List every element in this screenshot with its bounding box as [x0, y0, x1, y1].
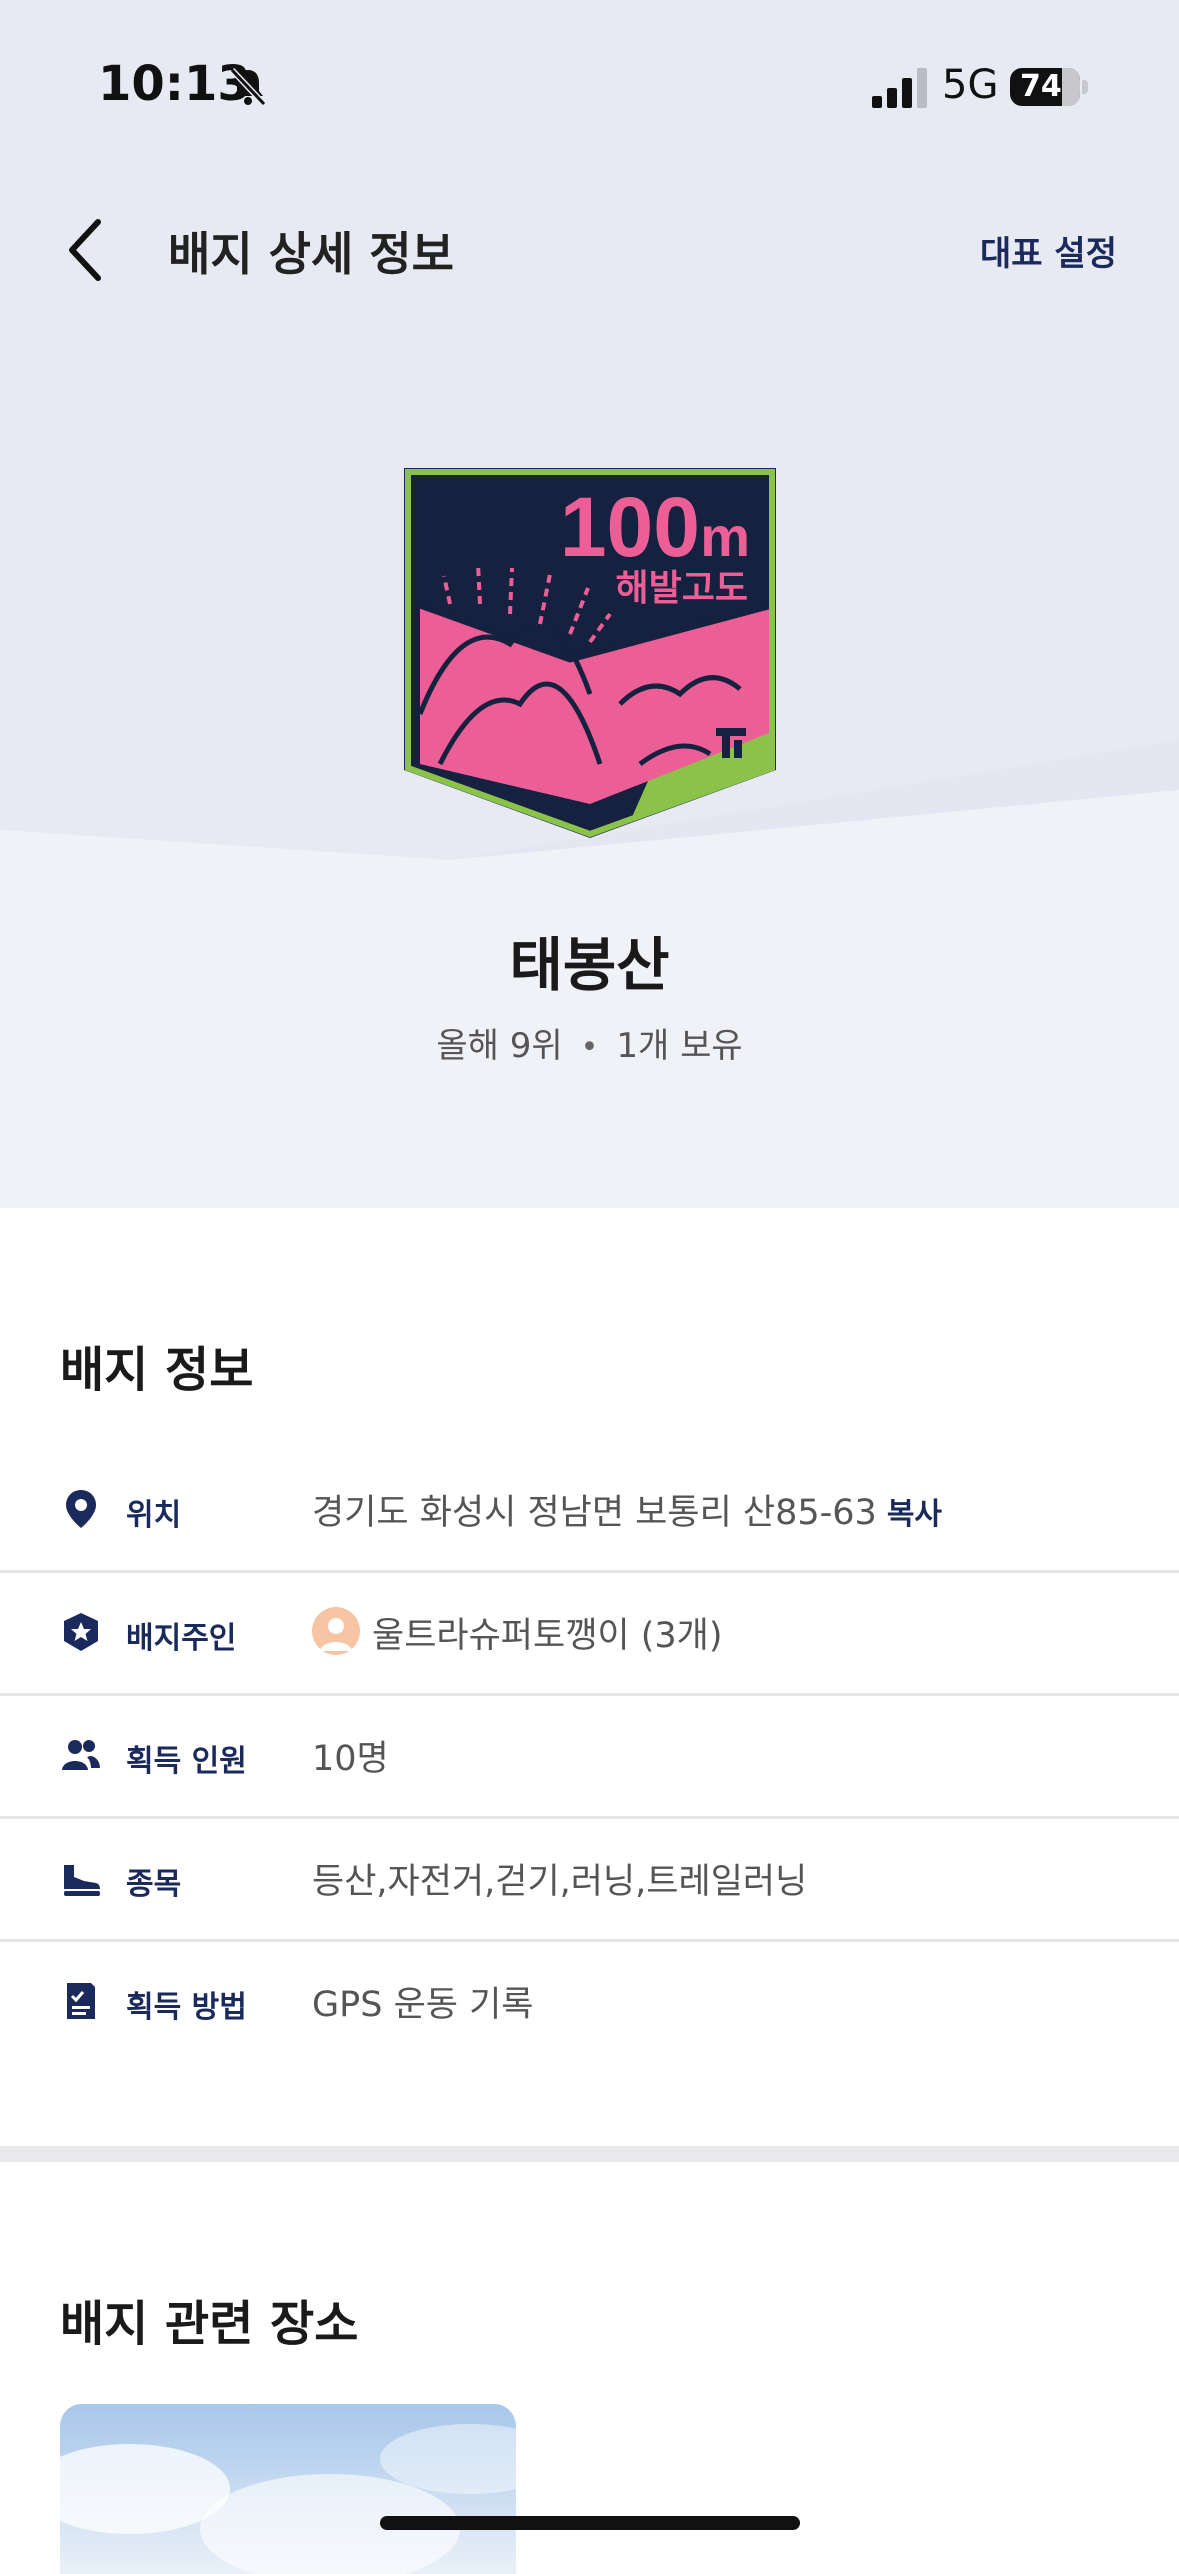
info-row-location: 위치 경기도 화성시 정남면 보통리 산85-63 복사	[0, 1448, 1179, 1573]
info-row-sports: 종목 등산,자전거,걷기,러닝,트레일러닝	[0, 1817, 1179, 1942]
badge-caption: 해발고도	[616, 568, 748, 609]
bell-slash-icon	[229, 67, 267, 107]
badge-meta: 올해 9위 • 1개 보유	[0, 1018, 1179, 1067]
info-label-method: 획득 방법	[126, 1990, 247, 2025]
owner-avatar[interactable]	[312, 1607, 360, 1655]
info-label-owner: 배지주인	[126, 1621, 237, 1656]
people-icon	[62, 1740, 100, 1770]
badge-owned-count: 1개 보유	[616, 1026, 743, 1066]
badge-hero: 10:13 5G 74 배지 상세 정보 대표 설정 100 m 해발고도 태봉…	[0, 0, 1179, 1208]
badge-emblem: 100 m 해발고도	[404, 468, 776, 838]
badge-altitude-unit: m	[700, 505, 750, 568]
info-row-owner: 배지주인 울트라슈퍼토깽이 (3개)	[0, 1571, 1179, 1696]
info-value-sports: 등산,자전거,걷기,러닝,트레일러닝	[312, 1862, 808, 1902]
copy-address-button[interactable]: 복사	[887, 1497, 942, 1532]
info-value-method: GPS 운동 기록	[312, 1985, 534, 2025]
info-row-method: 획득 방법 GPS 운동 기록	[0, 1940, 1179, 2062]
location-pin-icon	[66, 1490, 96, 1528]
page-title: 배지 상세 정보	[168, 227, 454, 281]
cellular-signal-icon	[872, 68, 927, 108]
badge-info-title: 배지 정보	[60, 1342, 254, 1398]
checklist-icon	[67, 1983, 95, 2019]
info-label-sports: 종목	[126, 1867, 182, 1902]
home-indicator[interactable]	[380, 2516, 800, 2530]
badge-altitude-number: 100	[560, 480, 700, 574]
shoe-icon	[64, 1865, 100, 1896]
battery-indicator: 74	[1010, 68, 1080, 106]
battery-tip	[1082, 80, 1088, 94]
info-value-acquirers: 10명	[312, 1739, 389, 1779]
meta-separator: •	[580, 1030, 599, 1065]
location-address: 경기도 화성시 정남면 보통리 산85-63	[312, 1493, 877, 1533]
related-place-card[interactable]	[60, 2404, 516, 2574]
related-places-title: 배지 관련 장소	[60, 2296, 359, 2352]
info-label-acquirers: 획득 인원	[126, 1744, 247, 1779]
badge-rank: 올해 9위	[436, 1026, 563, 1066]
set-representative-button[interactable]: 대표 설정	[980, 226, 1117, 275]
info-row-acquirers: 획득 인원 10명	[0, 1694, 1179, 1819]
network-type: 5G	[942, 62, 999, 108]
star-shield-icon	[64, 1613, 98, 1651]
back-chevron-icon[interactable]	[60, 212, 120, 288]
avatar-person-icon	[320, 1618, 352, 1651]
info-value-location: 경기도 화성시 정남면 보통리 산85-63 복사	[312, 1484, 942, 1535]
badge-name: 태봉산	[509, 931, 670, 999]
owner-name[interactable]: 울트라슈퍼토깽이 (3개)	[372, 1607, 723, 1658]
info-label-location: 위치	[126, 1498, 182, 1533]
battery-level: 74	[1020, 69, 1062, 104]
section-divider	[0, 2146, 1179, 2162]
